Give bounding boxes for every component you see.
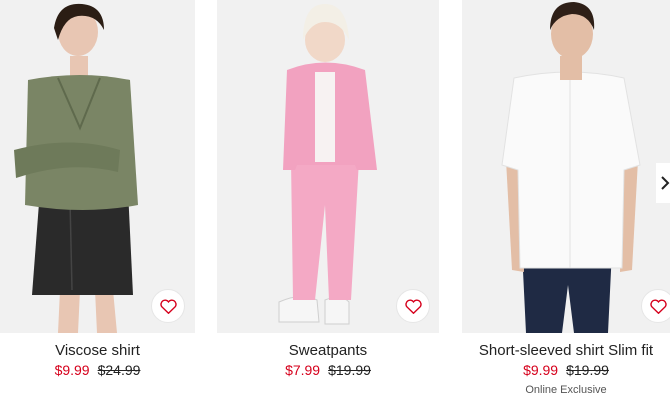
product-name[interactable]: Sweatpants — [217, 342, 439, 359]
chevron-right-icon — [661, 176, 670, 190]
model-photo-viscose-shirt — [14, 3, 138, 333]
favorite-button[interactable] — [396, 289, 430, 323]
original-price: $24.99 — [97, 362, 141, 378]
sale-price: $9.99 — [523, 362, 559, 378]
product-prices: $9.99 $19.99 — [462, 362, 670, 378]
original-price: $19.99 — [566, 362, 609, 378]
model-photo-short-sleeved-shirt — [501, 2, 641, 333]
sale-price: $7.99 — [285, 362, 321, 378]
heart-icon — [159, 299, 177, 314]
favorite-button[interactable] — [641, 289, 670, 323]
online-exclusive-badge: Online Exclusive — [525, 384, 607, 396]
product-card[interactable]: Short-sleeved shirt Slim fit $9.99 $19.99… — [462, 0, 670, 411]
product-prices: $7.99 $19.99 — [217, 362, 439, 378]
original-price: $19.99 — [328, 362, 371, 378]
carousel-next-button[interactable] — [656, 163, 670, 203]
product-image[interactable] — [462, 0, 670, 333]
heart-icon — [404, 299, 422, 314]
product-image[interactable] — [0, 0, 195, 333]
product-card[interactable]: Viscose shirt $9.99 $24.99 — [0, 0, 195, 411]
sale-price: $9.99 — [54, 362, 90, 378]
product-name[interactable]: Viscose shirt — [0, 342, 195, 359]
product-prices: $9.99 $24.99 — [0, 362, 195, 378]
product-card[interactable]: Sweatpants $7.99 $19.99 — [217, 0, 439, 411]
model-photo-sweatpants — [278, 4, 377, 325]
product-name[interactable]: Short-sleeved shirt Slim fit — [462, 342, 670, 359]
heart-icon — [649, 299, 667, 314]
favorite-button[interactable] — [151, 289, 185, 323]
product-image[interactable] — [217, 0, 439, 333]
